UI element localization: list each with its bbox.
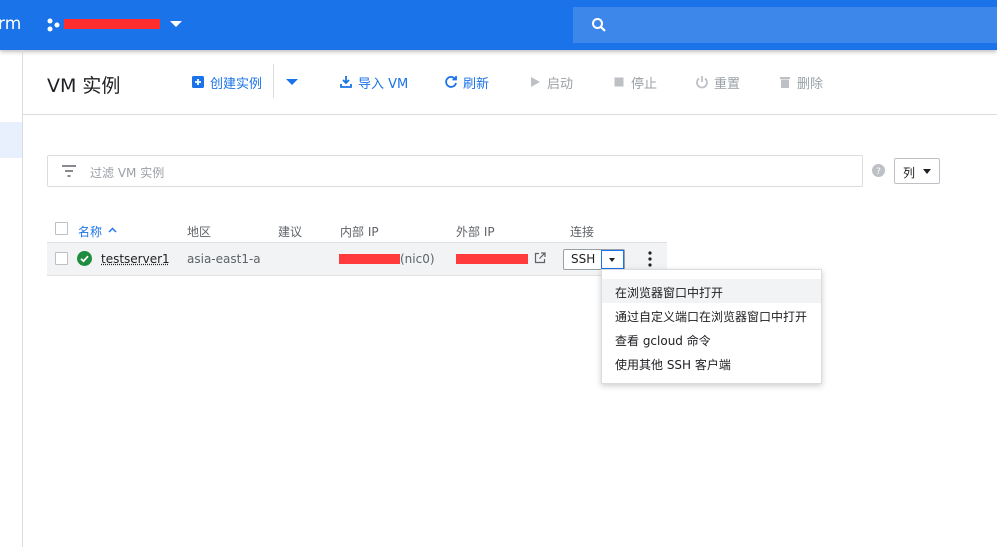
vm-zone: asia-east1-a: [187, 252, 261, 266]
project-icon[interactable]: [46, 17, 62, 33]
search-icon: [592, 18, 606, 32]
menu-item-view-gcloud-command[interactable]: 查看 gcloud 命令: [602, 327, 821, 351]
toolbar-divider: [273, 64, 274, 98]
help-icon[interactable]: ?: [872, 164, 885, 177]
row-checkbox[interactable]: [55, 252, 68, 265]
add-box-icon: [192, 76, 204, 88]
page-title: VM 实例: [47, 75, 121, 97]
header-external-ip[interactable]: 外部 IP: [456, 223, 495, 240]
open-in-new-icon[interactable]: [534, 252, 546, 264]
stop-icon: [614, 77, 624, 87]
svg-text:?: ?: [876, 167, 881, 177]
ssh-label: SSH: [571, 252, 596, 266]
chevron-down-icon[interactable]: [170, 21, 182, 27]
vm-name-link[interactable]: testserver1: [101, 252, 170, 266]
header-name[interactable]: 名称: [78, 223, 102, 240]
external-ip-redacted[interactable]: [456, 254, 528, 264]
trash-icon: [780, 77, 790, 88]
delete-label: 删除: [797, 76, 824, 92]
ssh-options-menu: 在浏览器窗口中打开 通过自定义端口在浏览器窗口中打开 查看 gcloud 命令 …: [601, 269, 822, 384]
sort-ascending-icon[interactable]: [108, 227, 117, 233]
filter-input[interactable]: 过滤 VM 实例: [47, 155, 863, 187]
columns-button[interactable]: 列: [894, 158, 940, 184]
stop-button[interactable]: 停止: [612, 73, 658, 92]
refresh-icon: [445, 76, 457, 88]
check-circle-icon: [77, 251, 92, 266]
menu-item-open-custom-port[interactable]: 通过自定义端口在浏览器窗口中打开: [602, 303, 821, 327]
create-options-dropdown-icon[interactable]: [286, 79, 298, 85]
reset-button[interactable]: 重置: [695, 73, 741, 92]
more-vert-icon[interactable]: [648, 251, 652, 267]
table-header: 名称 地区 建议 内部 IP 外部 IP 连接: [47, 220, 667, 243]
menu-item-other-ssh-client[interactable]: 使用其他 SSH 客户端: [602, 351, 821, 375]
action-toolbar: VM 实例 创建实例 导入 VM 刷新 启动 停止 重置 删除: [22, 50, 997, 115]
create-instance-button[interactable]: 创建实例: [191, 73, 263, 92]
header-recommendation[interactable]: 建议: [278, 223, 302, 240]
delete-button[interactable]: 删除: [778, 73, 824, 92]
header-connect: 连接: [570, 225, 595, 239]
refresh-button[interactable]: 刷新: [444, 73, 490, 92]
ssh-button[interactable]: SSH: [563, 249, 625, 270]
internal-ip-redacted: [339, 254, 400, 264]
header-internal-ip[interactable]: 内部 IP: [340, 223, 379, 240]
columns-label: 列: [903, 166, 916, 180]
stop-label: 停止: [631, 76, 658, 92]
table-row[interactable]: testserver1 asia-east1-a (nic0) SSH: [47, 243, 667, 276]
refresh-label: 刷新: [463, 76, 490, 92]
import-vm-button[interactable]: 导入 VM: [339, 73, 409, 92]
power-icon: [696, 76, 708, 89]
import-vm-label: 导入 VM: [358, 76, 409, 92]
menu-item-open-in-browser[interactable]: 在浏览器窗口中打开: [602, 279, 821, 303]
reset-label: 重置: [714, 76, 741, 92]
start-button[interactable]: 启动: [528, 73, 574, 92]
left-nav-rail: [0, 50, 23, 547]
select-all-checkbox[interactable]: [55, 222, 68, 235]
internal-ip-interface: (nic0): [400, 252, 435, 266]
create-instance-label: 创建实例: [210, 76, 263, 92]
header-zone[interactable]: 地区: [187, 223, 211, 240]
search-input[interactable]: [573, 7, 997, 43]
play-icon: [531, 77, 540, 87]
ssh-dropdown-toggle[interactable]: [601, 250, 624, 269]
product-name-fragment[interactable]: rm: [0, 14, 21, 34]
top-app-bar: rm: [0, 0, 997, 50]
project-name-redacted[interactable]: [64, 19, 160, 29]
filter-placeholder: 过滤 VM 实例: [90, 166, 165, 180]
download-icon: [340, 76, 352, 88]
start-label: 启动: [547, 76, 574, 92]
caret-down-icon: [609, 258, 615, 262]
nav-item-selected[interactable]: [0, 122, 22, 158]
filter-list-icon: [62, 165, 76, 177]
caret-down-icon: [923, 169, 931, 174]
